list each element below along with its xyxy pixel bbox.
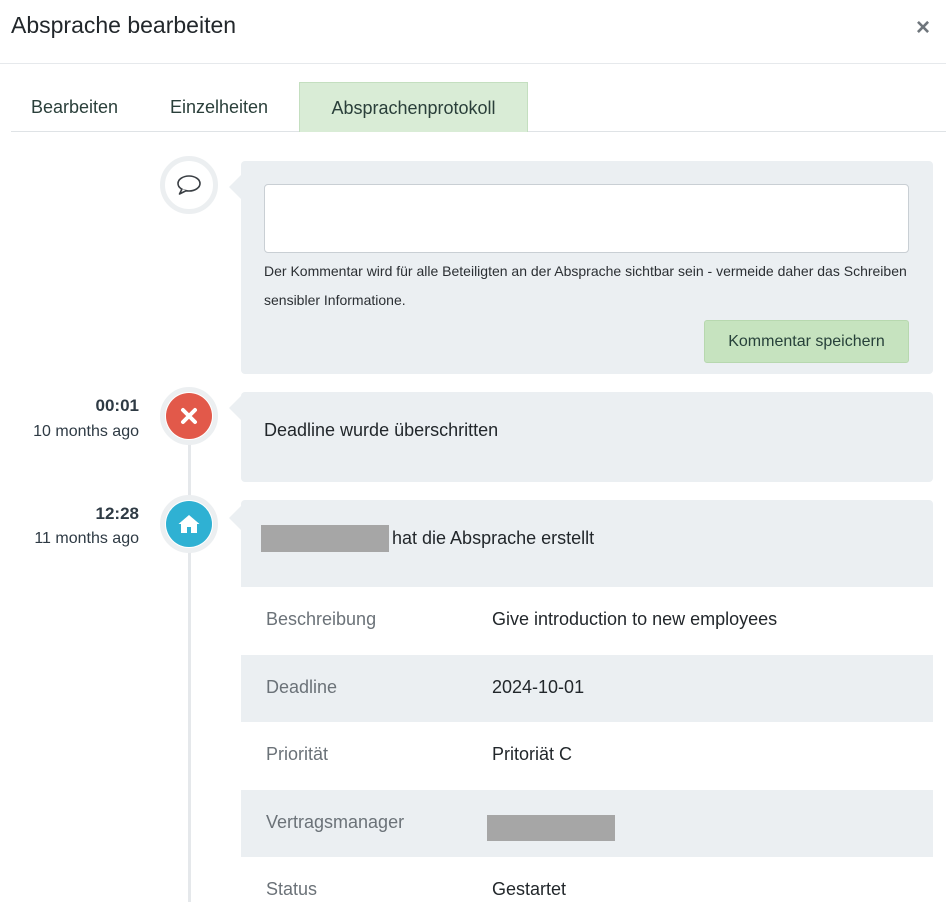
detail-label: Deadline	[266, 676, 338, 697]
table-row: Vertragsmanager	[241, 789, 933, 857]
deadline-event-panel: Deadline wurde überschritten	[229, 392, 933, 482]
times-icon	[166, 393, 212, 439]
comment-icon	[166, 162, 212, 208]
tab-bar: Bearbeiten Einzelheiten Absprachenprotok…	[11, 82, 946, 132]
table-row: Priorität Pritoriät C	[241, 722, 933, 790]
event-ago: 10 months ago	[33, 423, 139, 440]
event-time: 00:01	[95, 396, 139, 415]
detail-label: Beschreibung	[266, 609, 377, 629]
tab-bearbeiten[interactable]: Bearbeiten	[11, 82, 138, 132]
table-row: Beschreibung Give introduction to new em…	[241, 587, 933, 655]
event-text: Deadline wurde überschritten	[264, 420, 499, 440]
close-icon[interactable]: ×	[914, 16, 932, 40]
redacted-user-name	[261, 525, 389, 552]
event-header: hat die Absprache erstellt	[241, 500, 933, 586]
event-text: hat die Absprache erstellt	[392, 528, 595, 548]
tab-absprachenprotokoll[interactable]: Absprachenprotokoll	[299, 82, 528, 132]
comment-panel: Der Kommentar wird für alle Beteiligten …	[229, 161, 933, 374]
save-comment-button[interactable]: Kommentar speichern	[704, 320, 909, 363]
comment-input[interactable]	[264, 184, 909, 253]
home-icon	[166, 501, 212, 547]
detail-label: Vertragsmanager	[266, 811, 405, 832]
detail-label: Priorität	[266, 744, 329, 764]
detail-value: Gestartet	[492, 879, 567, 899]
detail-value: Give introduction to new employees	[492, 609, 778, 629]
detail-label: Status	[266, 879, 318, 899]
event-badge	[160, 387, 218, 445]
detail-value: Pritoriät C	[492, 744, 573, 764]
event-ago: 11 months ago	[34, 530, 139, 547]
comment-hint: Der Kommentar wird für alle Beteiligten …	[264, 263, 907, 308]
detail-value: 2024-10-01	[492, 676, 585, 697]
event-time: 12:28	[95, 504, 139, 523]
comment-icon-badge	[160, 156, 218, 214]
event-badge	[160, 495, 218, 553]
tab-einzelheiten[interactable]: Einzelheiten	[150, 82, 288, 132]
redacted-manager-name	[487, 814, 615, 841]
modal-title: Absprache bearbeiten	[11, 12, 237, 38]
details-table: Beschreibung Give introduction to new em…	[241, 587, 933, 902]
modal-header: Absprache bearbeiten ×	[0, 0, 946, 64]
table-row: Status Gestartet	[241, 857, 933, 902]
table-row: Deadline 2024-10-01	[241, 654, 933, 722]
created-event-panel: hat die Absprache erstellt Beschreibung …	[229, 500, 933, 902]
